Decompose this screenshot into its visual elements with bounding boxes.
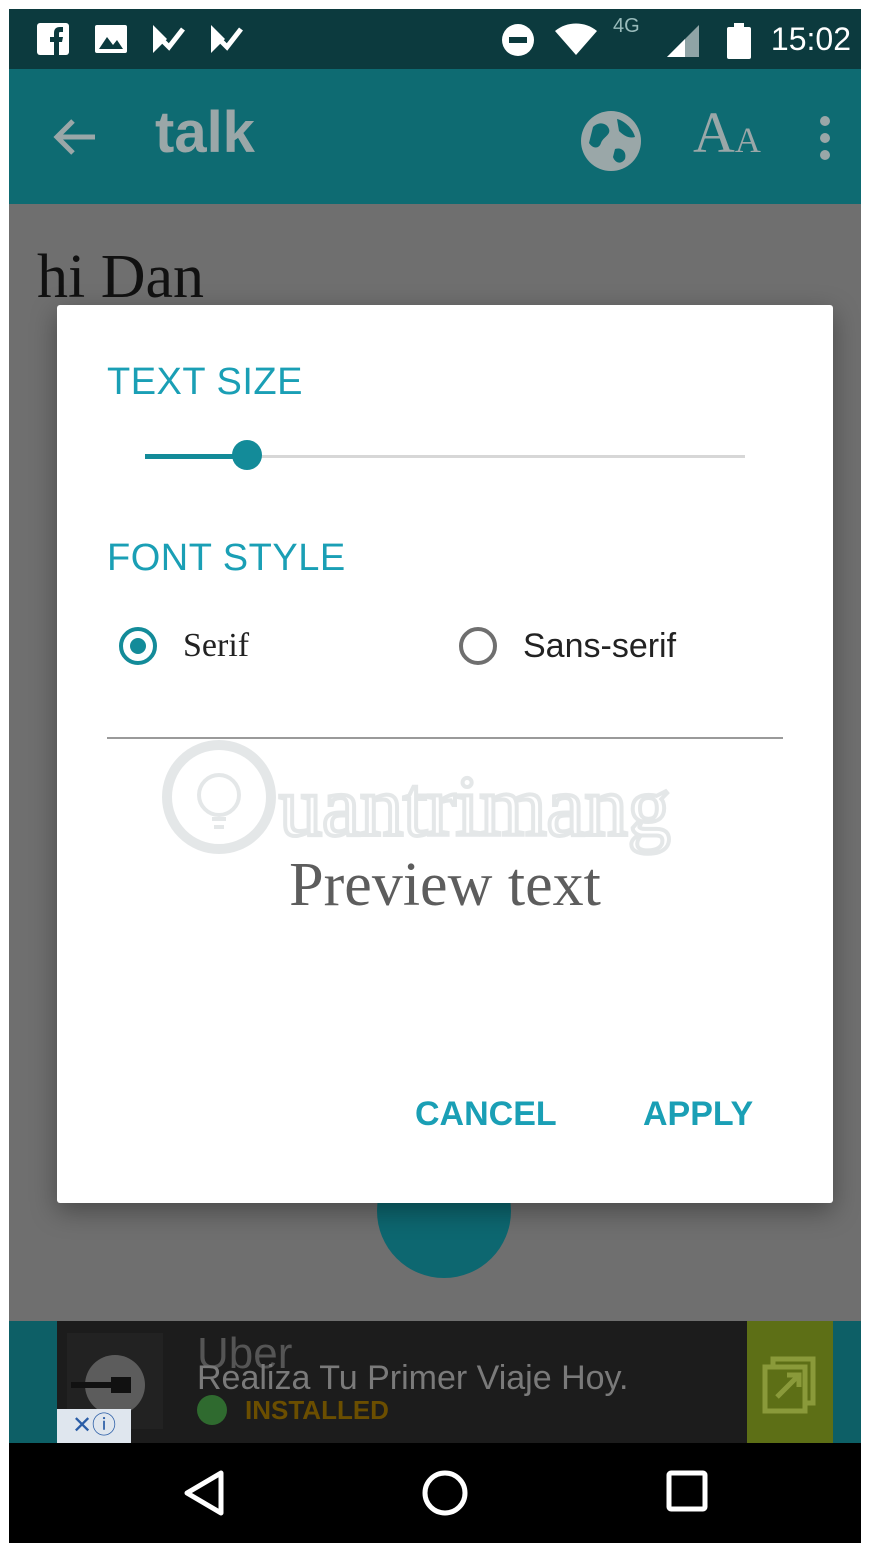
text-size-icon[interactable]: AA <box>693 99 761 166</box>
back-arrow-icon[interactable] <box>53 117 97 157</box>
check-icon <box>197 1395 227 1425</box>
network-type: 4G <box>613 15 640 37</box>
back-nav-icon[interactable] <box>181 1469 225 1517</box>
message-text: hi Dan <box>37 243 205 311</box>
text-size-heading: TEXT SIZE <box>107 361 303 403</box>
watermark-text: uantrimang <box>279 758 671 854</box>
do-not-disturb-icon <box>502 24 534 56</box>
recents-nav-icon[interactable] <box>665 1469 709 1513</box>
clock: 15:02 <box>770 21 851 57</box>
ad-close-button[interactable]: ✕ⓘ <box>57 1409 131 1443</box>
cancel-button[interactable]: CANCEL <box>415 1095 557 1134</box>
image-icon <box>95 25 127 53</box>
sans-serif-radio[interactable] <box>459 627 497 665</box>
serif-label[interactable]: Serif <box>183 627 249 665</box>
ad-banner: Uber Realiza Tu Primer Viaje Hoy. INSTAL… <box>9 1321 861 1443</box>
watermark-logo: uantrimang <box>162 740 673 856</box>
sans-serif-label[interactable]: Sans-serif <box>523 627 676 666</box>
tasks-icon <box>211 25 243 53</box>
navigation-bar <box>9 1443 861 1543</box>
more-vert-icon[interactable] <box>817 115 833 161</box>
tasks-icon <box>153 25 185 53</box>
phone-screen: 4G 15:02 talk AA hi Dan Uber Realiza Tu … <box>9 9 861 1543</box>
ad-subtitle: Realiza Tu Primer Viaje Hoy. <box>197 1359 629 1397</box>
wifi-icon <box>555 23 597 55</box>
facebook-icon <box>37 23 69 55</box>
ad-content[interactable]: Uber Realiza Tu Primer Viaje Hoy. INSTAL… <box>57 1321 833 1443</box>
status-bar: 4G 15:02 <box>9 9 861 69</box>
home-nav-icon[interactable] <box>421 1469 469 1517</box>
app-bar: talk AA <box>9 69 861 204</box>
preview-text: Preview text <box>289 851 601 919</box>
text-size-slider-thumb[interactable] <box>232 440 262 470</box>
open-app-button[interactable] <box>747 1321 833 1443</box>
open-external-icon <box>762 1356 816 1414</box>
font-style-heading: FONT STYLE <box>107 537 346 579</box>
battery-icon <box>727 23 751 59</box>
ad-status: INSTALLED <box>245 1395 389 1425</box>
signal-icon <box>667 25 699 57</box>
page-title: talk <box>155 100 255 165</box>
serif-radio[interactable] <box>119 627 157 665</box>
text-settings-dialog: TEXT SIZE FONT STYLE Serif Sans-serif ua… <box>57 305 833 1203</box>
apply-button[interactable]: APPLY <box>643 1095 753 1134</box>
globe-icon[interactable] <box>579 109 643 173</box>
